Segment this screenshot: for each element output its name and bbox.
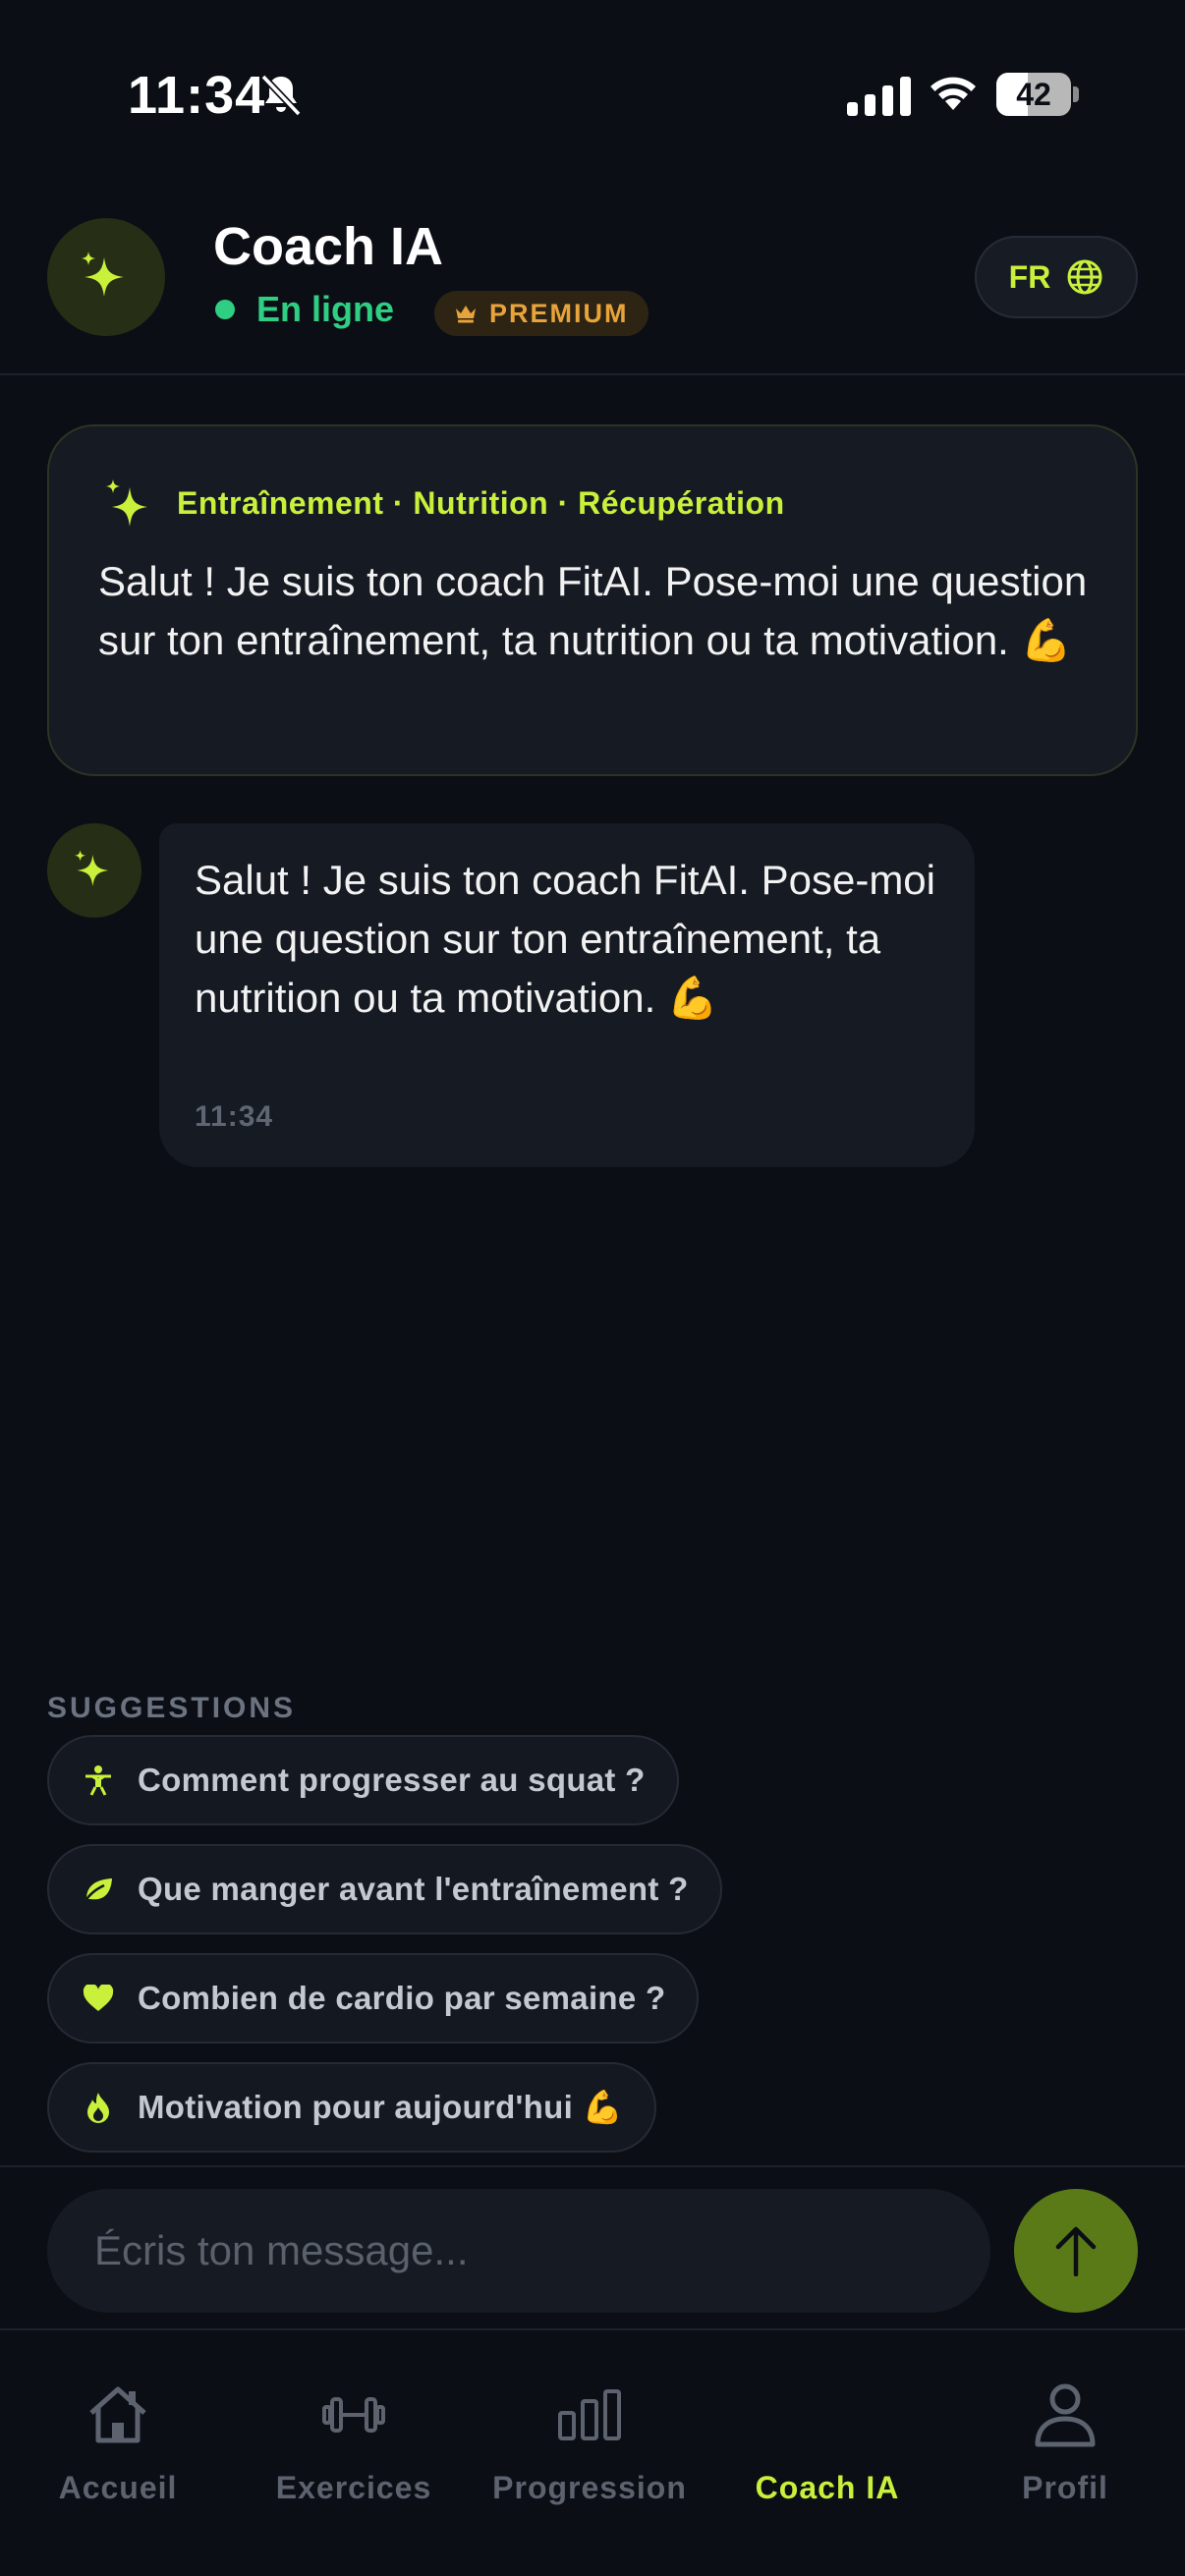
status-bar: 11:34 42 xyxy=(0,0,1185,187)
nav-label: Profil xyxy=(1022,2470,1108,2505)
composer xyxy=(0,2165,1185,2330)
coach-screen: 11:34 42 Coach IA En ligne PREMIUM FR En… xyxy=(0,0,1185,2576)
message-avatar xyxy=(47,823,141,918)
nav-label: Coach IA xyxy=(755,2470,900,2505)
sparkles-icon xyxy=(82,252,124,297)
language-label: FR xyxy=(1008,258,1051,295)
intro-header: Entraînement · Nutrition · Récupération xyxy=(102,476,785,531)
weightlifter-icon xyxy=(81,1763,116,1798)
nav-item-progression[interactable]: Progression xyxy=(472,2378,707,2506)
suggestion-text: Combien de cardio par semaine ? xyxy=(138,1980,666,2016)
home-icon xyxy=(81,2378,155,2452)
online-dot xyxy=(215,300,235,319)
crown-icon xyxy=(456,306,476,323)
suggestion-text: Motivation pour aujourd'hui 💪 xyxy=(138,2088,623,2125)
online-status-text: En ligne xyxy=(256,289,395,329)
message-bubble: Salut ! Je suis ton coach FitAI. Pose-mo… xyxy=(159,823,975,1167)
battery-icon: 42 xyxy=(996,73,1079,116)
bell-slash-icon xyxy=(260,74,302,117)
wifi-icon xyxy=(931,77,976,110)
sparkles-icon xyxy=(75,850,109,886)
intro-tags: Entraînement · Nutrition · Récupération xyxy=(177,484,785,521)
sparkles-icon xyxy=(106,479,147,527)
user-icon xyxy=(1028,2378,1102,2452)
dumbbell-icon xyxy=(316,2378,391,2452)
status-time: 11:34 xyxy=(128,66,266,125)
signal-icon xyxy=(847,75,911,116)
send-button[interactable] xyxy=(1014,2189,1138,2313)
nav-item-exercices[interactable]: Exercices xyxy=(236,2378,472,2506)
premium-badge-label: PREMIUM xyxy=(489,298,629,328)
nav-label: Exercices xyxy=(275,2470,432,2505)
suggestion-chip[interactable]: Comment progresser au squat ? xyxy=(47,1735,679,1825)
bar-chart-icon xyxy=(552,2378,627,2452)
battery-level: 42 xyxy=(1016,77,1051,112)
nav-label: Accueil xyxy=(58,2470,178,2505)
suggestion-chip[interactable]: Motivation pour aujourd'hui 💪 xyxy=(47,2062,656,2153)
heart-icon xyxy=(81,1981,116,2016)
sparkles-icon xyxy=(790,2378,865,2452)
premium-badge: PREMIUM xyxy=(434,291,649,336)
suggestions-label: SUGGESTIONS xyxy=(47,1692,297,1724)
nav-item-accueil[interactable]: Accueil xyxy=(0,2378,236,2506)
nav-label: Progression xyxy=(492,2470,687,2505)
coach-avatar xyxy=(47,218,165,336)
message-input[interactable] xyxy=(47,2189,990,2313)
arrow-up-icon xyxy=(1055,2226,1097,2276)
message-time: 11:34 xyxy=(195,1100,274,1133)
flame-icon xyxy=(81,2090,116,2125)
nav-item-coach-ia[interactable]: Coach IA xyxy=(709,2378,945,2506)
bottom-nav: Accueil Exercices Progression Coach IA P… xyxy=(0,2332,1185,2576)
nav-item-profil[interactable]: Profil xyxy=(947,2378,1183,2506)
suggestion-text: Comment progresser au squat ? xyxy=(138,1762,646,1798)
intro-card: Entraînement · Nutrition · Récupération … xyxy=(47,424,1138,776)
intro-text: Salut ! Je suis ton coach FitAI. Pose-mo… xyxy=(98,558,1088,663)
chat-header: Coach IA En ligne PREMIUM FR xyxy=(0,187,1185,375)
message-text: Salut ! Je suis ton coach FitAI. Pose-mo… xyxy=(195,857,935,1021)
suggestion-text: Que manger avant l'entraînement ? xyxy=(138,1871,689,1907)
leaf-icon xyxy=(81,1872,116,1907)
globe-icon xyxy=(1067,259,1102,295)
online-status: En ligne xyxy=(213,289,394,330)
language-button[interactable]: FR xyxy=(975,236,1138,318)
page-title: Coach IA xyxy=(213,217,444,276)
suggestion-chip[interactable]: Que manger avant l'entraînement ? xyxy=(47,1844,722,1934)
suggestion-chip[interactable]: Combien de cardio par semaine ? xyxy=(47,1953,700,2044)
